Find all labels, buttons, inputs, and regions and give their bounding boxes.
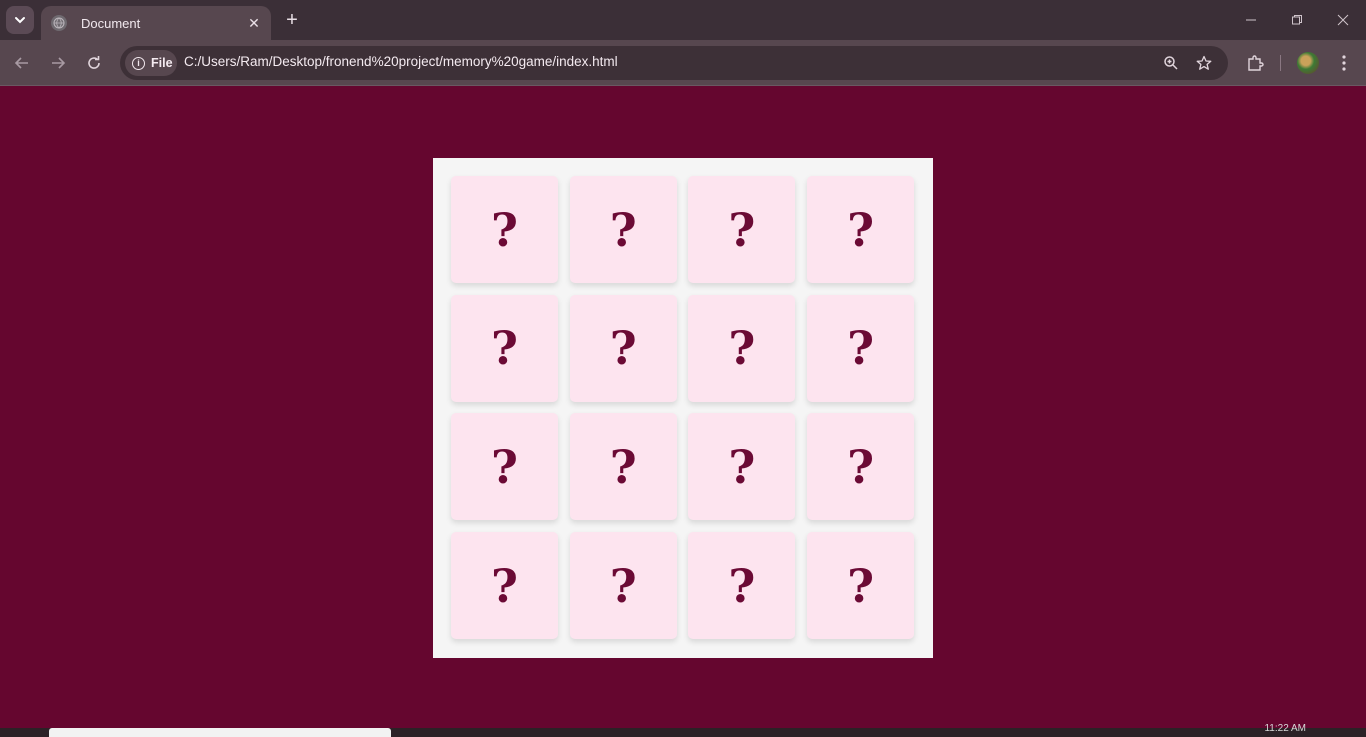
- menu-icon[interactable]: [1332, 51, 1356, 75]
- question-mark-icon: ?: [728, 439, 756, 494]
- zoom-icon[interactable]: [1160, 52, 1182, 74]
- memory-card[interactable]: ?: [688, 413, 796, 521]
- memory-card[interactable]: ?: [688, 532, 796, 640]
- memory-card[interactable]: ?: [807, 176, 915, 283]
- game-board: ????????????????: [433, 158, 933, 658]
- question-mark-icon: ?: [491, 202, 518, 257]
- back-icon[interactable]: [10, 51, 34, 75]
- extensions-icon[interactable]: [1243, 51, 1267, 75]
- tab-strip: Document ✕ +: [0, 0, 1366, 40]
- memory-card[interactable]: ?: [569, 176, 677, 283]
- close-window-icon[interactable]: [1331, 8, 1355, 32]
- chevron-down-icon: [15, 17, 25, 24]
- star-icon[interactable]: [1193, 52, 1215, 74]
- question-mark-icon: ?: [728, 321, 756, 376]
- globe-icon: [51, 15, 67, 31]
- browser-toolbar: i File C:/Users/Ram/Desktop/fronend%20pr…: [0, 40, 1366, 86]
- memory-card[interactable]: ?: [451, 294, 558, 402]
- memory-card[interactable]: ?: [807, 294, 915, 402]
- question-mark-icon: ?: [491, 321, 518, 376]
- question-mark-icon: ?: [728, 558, 756, 613]
- question-mark-icon: ?: [491, 439, 518, 494]
- question-mark-icon: ?: [609, 558, 637, 613]
- toolbar-divider: [1280, 55, 1281, 71]
- question-mark-icon: ?: [847, 321, 875, 376]
- memory-card[interactable]: ?: [688, 176, 796, 283]
- taskbar-search[interactable]: [49, 728, 391, 737]
- question-mark-icon: ?: [847, 439, 875, 494]
- memory-card[interactable]: ?: [688, 294, 796, 402]
- question-mark-icon: ?: [491, 558, 518, 613]
- site-info-label: File: [151, 56, 173, 70]
- info-icon: i: [132, 56, 145, 70]
- new-tab-button[interactable]: +: [280, 8, 304, 32]
- memory-card[interactable]: ?: [569, 532, 677, 640]
- memory-card[interactable]: ?: [451, 176, 558, 283]
- memory-card[interactable]: ?: [807, 532, 915, 640]
- forward-icon[interactable]: [46, 51, 70, 75]
- taskbar: 11:22 AM: [0, 723, 1366, 737]
- question-mark-icon: ?: [728, 202, 756, 257]
- question-mark-icon: ?: [609, 321, 637, 376]
- url-text[interactable]: C:/Users/Ram/Desktop/fronend%20project/m…: [184, 54, 618, 69]
- minimize-icon[interactable]: [1239, 8, 1263, 32]
- tab-title: Document: [81, 15, 141, 31]
- question-mark-icon: ?: [847, 202, 875, 257]
- memory-card[interactable]: ?: [451, 413, 558, 521]
- tab-search-button[interactable]: [6, 6, 34, 34]
- address-bar[interactable]: i File C:/Users/Ram/Desktop/fronend%20pr…: [120, 46, 1228, 80]
- reload-icon[interactable]: [82, 51, 106, 75]
- memory-card[interactable]: ?: [569, 294, 677, 402]
- tab-document[interactable]: Document ✕: [41, 6, 271, 40]
- profile-avatar[interactable]: [1297, 52, 1319, 74]
- memory-card[interactable]: ?: [569, 413, 677, 521]
- question-mark-icon: ?: [609, 439, 637, 494]
- tab-close-icon[interactable]: ✕: [245, 14, 263, 32]
- question-mark-icon: ?: [847, 558, 875, 613]
- restore-icon[interactable]: [1285, 8, 1309, 32]
- memory-card[interactable]: ?: [807, 413, 915, 521]
- site-info-chip[interactable]: i File: [125, 50, 177, 76]
- taskbar-clock: 11:22 AM: [1264, 723, 1306, 734]
- memory-card[interactable]: ?: [451, 532, 558, 640]
- question-mark-icon: ?: [609, 202, 637, 257]
